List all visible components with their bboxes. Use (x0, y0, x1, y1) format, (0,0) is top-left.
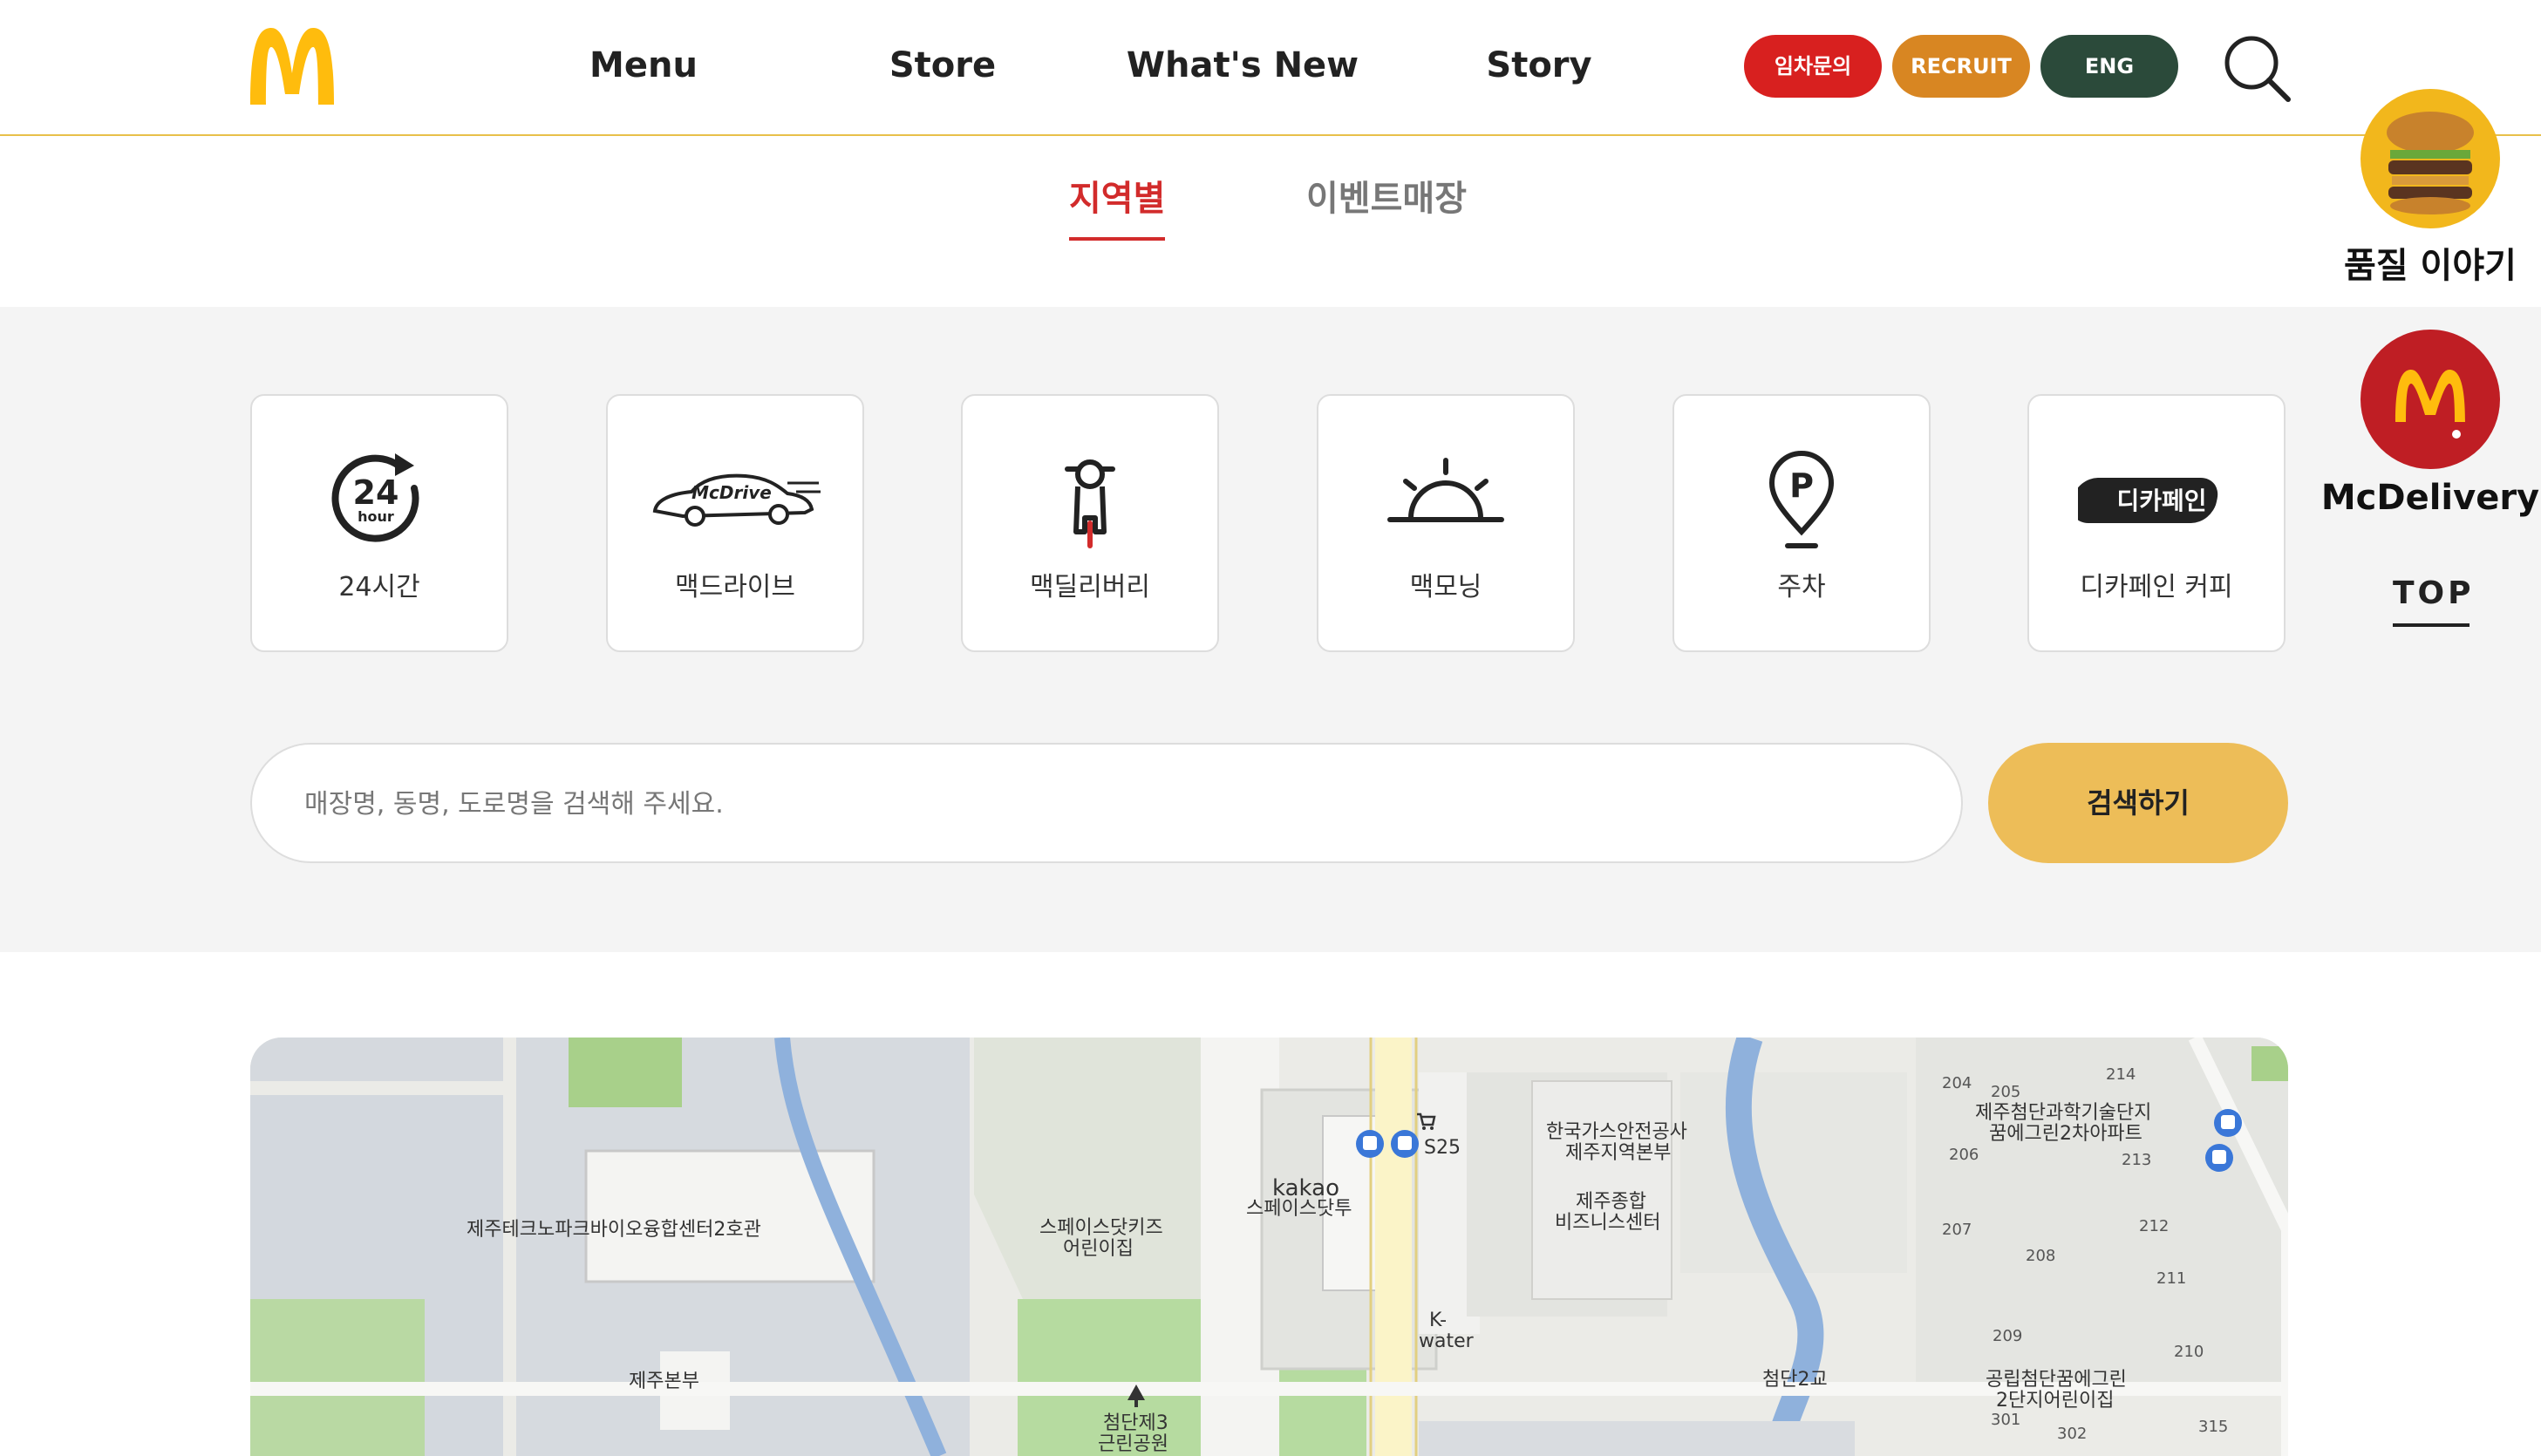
filter-decaf-coffee[interactable]: 디카페인 디카페인 커피 (2027, 394, 2286, 652)
nav-menu[interactable]: Menu (572, 35, 715, 96)
tab-by-region[interactable]: 지역별 (1069, 174, 1166, 241)
top-label: TOP (2393, 575, 2475, 611)
burger-icon (2360, 89, 2500, 228)
map-label: 제주본부 (629, 1371, 699, 1392)
bus-stop-icon[interactable] (2204, 1142, 2235, 1174)
map-label: 제주지역본부 (1565, 1142, 1672, 1164)
filter-parking[interactable]: P 주차 (1672, 394, 1931, 652)
map-background (250, 1038, 2288, 1456)
mcdrive-wordmark: McDrive (691, 482, 772, 503)
map-building-number: 207 (1942, 1221, 1972, 1239)
filter-label: 24시간 (338, 572, 420, 602)
map-label: 스페이스닷투 (1246, 1198, 1352, 1220)
map-label: 근린공원 (1098, 1433, 1168, 1455)
quality-story-label: 품질 이야기 (2344, 246, 2517, 286)
recruit-button[interactable]: RECRUIT (1892, 35, 2030, 98)
eng-button[interactable]: ENG (2040, 35, 2178, 98)
map-label: 스페이스닷키즈 (1039, 1217, 1163, 1239)
map-building-number: 206 (1949, 1146, 1979, 1164)
map-building-number: 205 (1991, 1083, 2021, 1101)
filter-24-hours[interactable]: 24 hour 24시간 (250, 394, 508, 652)
nav-whats-new[interactable]: What's New (1125, 35, 1360, 96)
store-search-box (250, 743, 1963, 863)
top-underline (2393, 623, 2469, 627)
nav-story[interactable]: Story (1482, 35, 1596, 96)
map-label: S25 (1424, 1137, 1461, 1159)
hours-number: 24 (353, 473, 399, 512)
filter-mcdelivery[interactable]: 맥딜리버리 (961, 394, 1219, 652)
map-building-number: 301 (1991, 1411, 2021, 1429)
mcdonalds-logo-icon[interactable] (247, 24, 337, 105)
sunrise-icon (1318, 448, 1573, 553)
map-building-number: 302 (2057, 1425, 2088, 1443)
map-building-number: 213 (2122, 1151, 2152, 1169)
header: Menu Store What's New Story 임차문의 RECRUIT… (0, 0, 2541, 136)
search-icon[interactable] (2222, 33, 2292, 103)
map-label: 꿈에그린2차아파트 (1989, 1123, 2142, 1145)
map-label: kakao (1272, 1175, 1339, 1201)
search-button[interactable]: 검색하기 (1988, 743, 2288, 863)
filter-area: 24 hour 24시간 McDrive 맥드라이브 맥딜리버리 맥모닝 P 주… (0, 307, 2541, 952)
map-label: 첨단2교 (1762, 1369, 1828, 1391)
filter-label: 맥드라이브 (675, 572, 795, 602)
map-label: 2단지어린이집 (1996, 1390, 2115, 1412)
store-map[interactable]: 제주테크노파크바이오융합센터2호관 제주본부 스페이스닷키즈 어린이집 kaka… (250, 1038, 2288, 1456)
filter-label: 주차 (1777, 572, 1826, 602)
filter-label: 맥딜리버리 (1030, 572, 1150, 602)
lease-inquiry-button[interactable]: 임차문의 (1744, 35, 1882, 98)
filter-mcdrive[interactable]: McDrive 맥드라이브 (606, 394, 864, 652)
tab-label: 이벤트매장 (1306, 179, 1467, 219)
map-building-number: 204 (1942, 1074, 1972, 1092)
map-label: 공립첨단꿈에그린 (1986, 1369, 2127, 1391)
map-building-number: 212 (2139, 1217, 2170, 1235)
24-hour-icon: 24 hour (252, 448, 507, 553)
scroll-top-button[interactable]: TOP (2393, 575, 2475, 627)
active-tab-indicator (1069, 237, 1166, 241)
mcdelivery-link[interactable]: McDelivery (2320, 328, 2541, 518)
filter-label: 디카페인 커피 (2080, 572, 2233, 602)
parking-pin-icon: P (1674, 448, 1929, 553)
map-label: 한국가스안전공사 (1546, 1121, 1687, 1143)
mcdelivery-logo-icon (2360, 330, 2500, 469)
store-search-tabs: 지역별 이벤트매장 (0, 136, 2541, 307)
bus-stop-icon[interactable] (1354, 1128, 1386, 1160)
map-building-number: 208 (2026, 1247, 2056, 1265)
park-tree-icon (1127, 1385, 1145, 1407)
tab-event-stores[interactable]: 이벤트매장 (1306, 174, 1467, 223)
quality-story-link[interactable]: 품질 이야기 (2320, 87, 2541, 288)
tab-label: 지역별 (1069, 179, 1166, 219)
map-label: water (1419, 1330, 1474, 1352)
scooter-icon (963, 448, 1217, 553)
bus-stop-icon[interactable] (1389, 1128, 1420, 1160)
filter-label: 맥모닝 (1409, 572, 1482, 602)
map-label: K- (1429, 1310, 1448, 1331)
hour-label: hour (358, 508, 394, 525)
nav-store[interactable]: Store (877, 35, 1008, 96)
decaf-wordmark: 디카페인 (2116, 486, 2206, 515)
map-building-number: 209 (1993, 1327, 2023, 1345)
mcdrive-car-icon: McDrive (608, 448, 862, 553)
mcdelivery-label: McDelivery (2320, 478, 2540, 518)
map-building-number: 315 (2198, 1418, 2229, 1436)
map-building-number: 214 (2106, 1065, 2136, 1084)
map-label: 제주종합 (1576, 1191, 1646, 1213)
map-label: 첨단제3 (1103, 1412, 1168, 1434)
map-label: 비즈니스센터 (1555, 1212, 1661, 1234)
map-building-number: 210 (2174, 1343, 2204, 1361)
decaf-logo-icon: 디카페인 (2029, 448, 2284, 553)
map-label: 제주첨단과학기술단지 (1975, 1102, 2152, 1124)
filter-mcmorning[interactable]: 맥모닝 (1317, 394, 1575, 652)
map-label: 제주테크노파크바이오융합센터2호관 (467, 1219, 761, 1241)
map-label: 어린이집 (1063, 1238, 1134, 1260)
store-search-input[interactable] (303, 776, 1893, 832)
bus-stop-icon[interactable] (2212, 1107, 2244, 1139)
map-building-number: 211 (2156, 1269, 2187, 1288)
parking-letter: P (1789, 466, 1814, 505)
